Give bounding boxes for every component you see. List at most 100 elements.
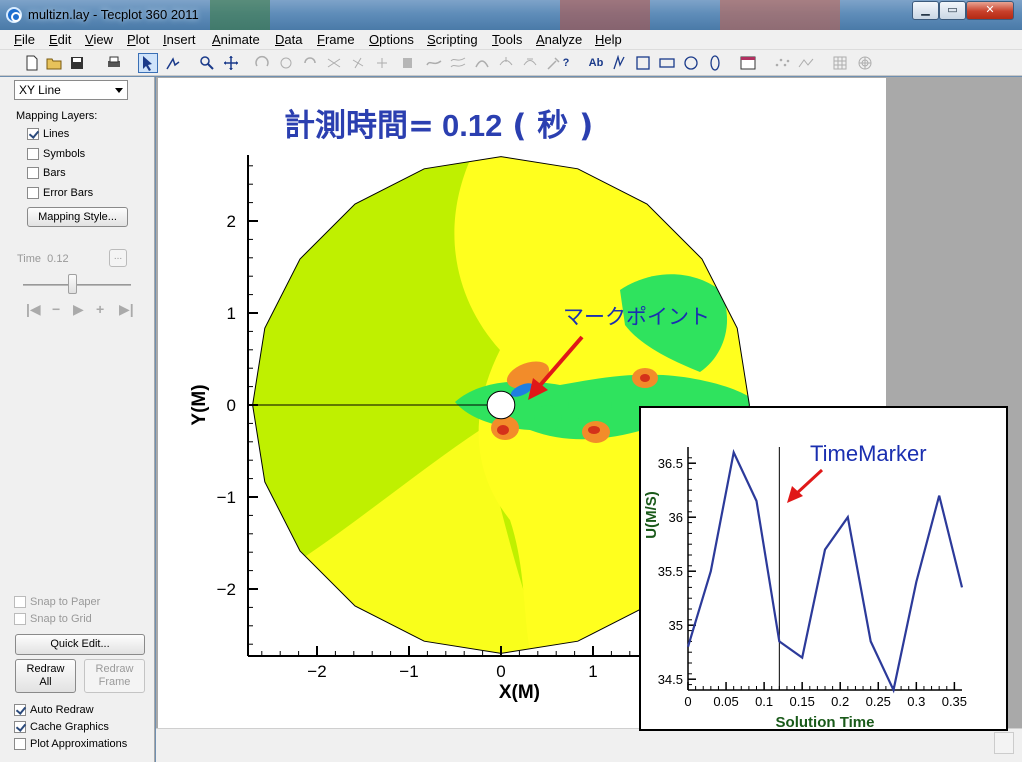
bars-checkbox[interactable]: Bars [27, 167, 66, 179]
menu-frame[interactable]: Frame [317, 32, 355, 47]
y-tick-label: 1 [227, 304, 236, 323]
error-bars-checkbox[interactable]: Error Bars [27, 186, 93, 199]
skip-to-end-icon[interactable]: ▶| [119, 301, 134, 318]
x-tick-label: 0.1 [755, 694, 773, 709]
title-time-value: 0.12 [442, 108, 502, 143]
rotate-y-icon[interactable] [372, 53, 392, 73]
y-tick-label: −1 [217, 488, 236, 507]
menu-analyze[interactable]: Analyze [536, 32, 582, 47]
y-tick-label: 36.5 [658, 456, 683, 471]
y-tick-label: 2 [227, 212, 236, 231]
rotate-x-icon[interactable] [348, 53, 368, 73]
snap-to-grid-checkbox[interactable]: Snap to Grid [14, 613, 92, 625]
desktop-reflection [720, 0, 840, 30]
streamtrace-rake-icon[interactable] [448, 53, 468, 73]
play-icon[interactable]: ▶ [73, 301, 84, 318]
redraw-all-button[interactable]: Redraw All [15, 659, 76, 693]
text-tool-icon[interactable]: Ab [586, 53, 606, 73]
twist-icon[interactable] [324, 53, 344, 73]
spherical-rotate-icon[interactable] [276, 53, 296, 73]
plot-type-dropdown[interactable]: XY Line [14, 80, 128, 100]
grid-icon[interactable] [830, 53, 850, 73]
y-tick-label: 34.5 [658, 672, 683, 687]
maximize-button[interactable]: ▭ [939, 1, 966, 20]
mapping-layers-label: Mapping Layers: [16, 110, 98, 122]
menu-file[interactable]: File [14, 32, 35, 47]
selector-arrow-icon[interactable] [138, 53, 158, 73]
rollerball-icon[interactable] [300, 53, 320, 73]
circle-tool-icon[interactable] [681, 53, 701, 73]
extract-points-icon[interactable] [772, 53, 792, 73]
polar-grid-icon[interactable] [855, 53, 875, 73]
rotate-tool-icon[interactable] [252, 53, 272, 73]
close-button[interactable]: ✕ [966, 1, 1014, 20]
desktop-reflection [560, 0, 650, 30]
y-tick-label: −2 [217, 580, 236, 599]
contour-label-icon[interactable] [472, 53, 492, 73]
probe-help-icon[interactable]: ? [556, 53, 576, 73]
menu-bar: File Edit View Plot Insert Animate Data Frame Op… [0, 30, 1022, 50]
x-axis-label: X(M) [499, 682, 540, 703]
menu-data[interactable]: Data [275, 32, 302, 47]
rectangle-tool-icon[interactable] [657, 53, 677, 73]
adjustor-icon[interactable] [163, 53, 183, 73]
time-options-button[interactable]: ... [109, 249, 127, 267]
plot-approximations-checkbox[interactable]: Plot Approximations [14, 738, 127, 750]
y-axis-label: Y(M) [189, 384, 210, 425]
menu-insert[interactable]: Insert [163, 32, 196, 47]
desktop-reflection [210, 0, 270, 30]
menu-animate[interactable]: Animate [212, 32, 260, 47]
time-slider-thumb[interactable] [67, 274, 77, 294]
redraw-frame-button[interactable]: Redraw Frame [84, 659, 145, 693]
menu-scripting[interactable]: Scripting [427, 32, 478, 47]
plot-type-value: XY Line [19, 83, 61, 97]
square-tool-icon[interactable] [633, 53, 653, 73]
new-file-icon[interactable] [22, 53, 42, 73]
contour-remove-icon[interactable] [520, 53, 540, 73]
mapping-style-button[interactable]: Mapping Style... [27, 207, 128, 227]
polyline-tool-icon[interactable] [609, 53, 629, 73]
translate-icon[interactable] [221, 53, 241, 73]
time-slider-track[interactable] [23, 284, 131, 286]
menu-options[interactable]: Options [369, 32, 414, 47]
symbols-checkbox[interactable]: Symbols [27, 147, 85, 160]
x-tick-label: 0.25 [866, 694, 891, 709]
contour-add-icon[interactable] [496, 53, 516, 73]
y-axis-label: U(M/S) [643, 491, 660, 539]
xy-line-frame[interactable]: 34.5 35 35.5 36 36.5 0 0.05 0.1 0.15 0.2 0.25 0.3 0.… [639, 406, 1008, 731]
skip-to-start-icon[interactable]: |◀ [26, 301, 41, 318]
snap-to-paper-checkbox[interactable]: Snap to Paper [14, 596, 100, 608]
contour-vortex-peak [497, 425, 509, 435]
title-time-unit: ( 秒 ) [512, 108, 593, 144]
menu-plot[interactable]: Plot [127, 32, 149, 47]
extract-line-icon[interactable] [796, 53, 816, 73]
step-back-icon[interactable]: − [52, 301, 60, 317]
cache-graphics-checkbox[interactable]: Cache Graphics [14, 721, 109, 733]
contour-vortex-peak [640, 374, 650, 382]
menu-tools[interactable]: Tools [492, 32, 522, 47]
open-folder-icon[interactable] [44, 53, 64, 73]
save-icon[interactable] [67, 53, 87, 73]
tecplot-app-icon[interactable] [6, 7, 22, 23]
streamtrace-icon[interactable] [424, 53, 444, 73]
resize-grip-icon[interactable] [994, 732, 1014, 754]
menu-view[interactable]: View [85, 32, 113, 47]
minimize-button[interactable]: ▁ [912, 1, 939, 20]
frame-tool-icon[interactable] [738, 53, 758, 73]
auto-redraw-checkbox[interactable]: Auto Redraw [14, 704, 94, 716]
quick-edit-button[interactable]: Quick Edit... [15, 634, 145, 655]
x-tick-label: −2 [307, 662, 326, 681]
chevron-down-icon [115, 88, 123, 93]
slice-icon[interactable] [398, 53, 418, 73]
print-icon[interactable] [104, 53, 124, 73]
lines-checkbox[interactable]: Lines [27, 128, 69, 140]
zoom-icon[interactable] [197, 53, 217, 73]
contour-vortex-core [534, 405, 562, 431]
menu-edit[interactable]: Edit [49, 32, 71, 47]
toolbar: ? Ab [0, 50, 1022, 76]
ellipse-tool-icon[interactable] [705, 53, 725, 73]
x-tick-label: −1 [399, 662, 418, 681]
menu-help[interactable]: Help [595, 32, 622, 47]
title-bar[interactable]: multizn.lay - Tecplot 360 2011 ▁ ▭ ✕ [0, 0, 1022, 30]
step-forward-icon[interactable]: + [96, 301, 104, 317]
